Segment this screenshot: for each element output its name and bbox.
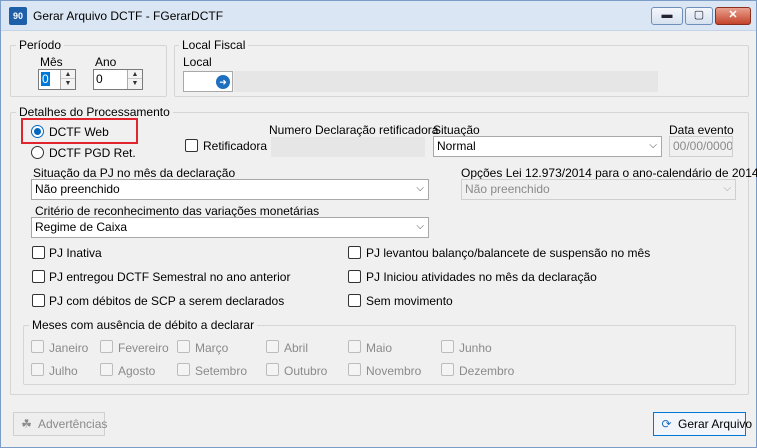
periodo-label: Período bbox=[16, 38, 65, 52]
dialog-window: 90 Gerar Arquivo DCTF - FGerarDCTF ▬ ▢ ✕… bbox=[0, 0, 757, 448]
local-label: Local bbox=[183, 55, 212, 69]
title-bar: 90 Gerar Arquivo DCTF - FGerarDCTF ▬ ▢ ✕ bbox=[1, 1, 756, 31]
warning-icon: ☘ bbox=[21, 417, 32, 431]
ano-label: Ano bbox=[95, 55, 117, 69]
chevron-down-icon[interactable]: ⌵ bbox=[649, 140, 657, 151]
opcoes-lei-select: Não preenchido ⌵ bbox=[461, 179, 736, 200]
chevron-down-icon[interactable]: ⌵ bbox=[416, 183, 424, 194]
dctf-pgd-label[interactable]: DCTF PGD Ret. bbox=[49, 146, 136, 160]
month-label: Outubro bbox=[284, 364, 328, 378]
month-checkbox-julho bbox=[31, 363, 44, 376]
pj-debitos-scp-checkbox[interactable] bbox=[32, 294, 45, 307]
pj-balanco-checkbox[interactable] bbox=[348, 246, 361, 259]
data-evento-label: Data evento bbox=[669, 123, 734, 137]
month-checkbox-marco bbox=[177, 340, 190, 353]
month-label: Setembro bbox=[195, 364, 248, 378]
ano-spin-arrows[interactable]: ▲ ▼ bbox=[127, 70, 142, 89]
meses-label: Meses com ausência de débito a declarar bbox=[29, 318, 258, 332]
pj-dctf-semestral-checkbox[interactable] bbox=[32, 270, 45, 283]
ano-value[interactable]: 0 bbox=[96, 72, 103, 86]
close-button[interactable]: ✕ bbox=[715, 7, 751, 25]
month-label: Janeiro bbox=[49, 341, 89, 355]
pj-inativa-checkbox[interactable] bbox=[32, 246, 45, 259]
num-decl-label: Numero Declaração retificadora bbox=[269, 123, 439, 137]
dctf-web-radio[interactable] bbox=[31, 125, 44, 138]
month-label: Fevereiro bbox=[118, 341, 169, 355]
sem-movimento-label[interactable]: Sem movimento bbox=[366, 294, 453, 308]
sit-pj-value: Não preenchido bbox=[35, 182, 120, 196]
criterio-select[interactable]: Regime de Caixa ⌵ bbox=[31, 217, 429, 238]
advertencias-label: Advertências bbox=[38, 417, 108, 431]
pj-inativa-label[interactable]: PJ Inativa bbox=[49, 246, 102, 260]
pj-iniciou-label[interactable]: PJ Iniciou atividades no mês da declaraç… bbox=[366, 270, 597, 284]
retificadora-label[interactable]: Retificadora bbox=[203, 139, 267, 153]
month-checkbox-outubro bbox=[266, 363, 279, 376]
month-checkbox-novembro bbox=[348, 363, 361, 376]
num-decl-field bbox=[271, 137, 425, 157]
month-label: Novembro bbox=[366, 364, 422, 378]
data-evento-field: 00/00/0000 bbox=[669, 136, 733, 157]
month-checkbox-agosto bbox=[100, 363, 113, 376]
dctf-web-label[interactable]: DCTF Web bbox=[49, 125, 109, 139]
month-checkbox-dezembro bbox=[441, 363, 454, 376]
month-checkbox-maio bbox=[348, 340, 361, 353]
chevron-down-icon: ⌵ bbox=[723, 183, 731, 194]
minimize-button[interactable]: ▬ bbox=[651, 7, 683, 25]
criterio-value: Regime de Caixa bbox=[35, 220, 128, 234]
pj-dctf-semestral-label[interactable]: PJ entregou DCTF Semestral no ano anteri… bbox=[49, 270, 290, 284]
month-label: Abril bbox=[284, 341, 309, 355]
spin-down-icon[interactable]: ▼ bbox=[61, 79, 75, 88]
refresh-icon: ⟳ bbox=[661, 417, 672, 431]
month-label: Agosto bbox=[118, 364, 156, 378]
situacao-label: Situação bbox=[433, 123, 480, 137]
month-checkbox-fevereiro bbox=[100, 340, 113, 353]
situacao-value: Normal bbox=[437, 139, 476, 153]
mes-spinner[interactable]: 0 ▲ ▼ bbox=[38, 69, 76, 90]
advertencias-button: ☘ Advertências bbox=[13, 412, 108, 436]
situacao-select[interactable]: Normal ⌵ bbox=[433, 136, 662, 157]
month-label: Março bbox=[195, 341, 229, 355]
spin-up-icon[interactable]: ▲ bbox=[128, 70, 142, 79]
sem-movimento-checkbox[interactable] bbox=[348, 294, 361, 307]
sit-pj-label: Situação da PJ no mês da declaração bbox=[33, 166, 236, 180]
window-title: Gerar Arquivo DCTF - FGerarDCTF bbox=[33, 9, 224, 23]
gerar-arquivo-button[interactable]: ⟳ Gerar Arquivo bbox=[653, 412, 752, 436]
lookup-arrow-icon[interactable]: ➜ bbox=[216, 75, 230, 89]
month-checkbox-junho bbox=[441, 340, 454, 353]
periodo-group bbox=[10, 45, 167, 97]
spin-up-icon[interactable]: ▲ bbox=[61, 70, 75, 79]
mes-label: Mês bbox=[40, 55, 63, 69]
mes-spin-arrows[interactable]: ▲ ▼ bbox=[60, 70, 75, 89]
pj-balanco-label[interactable]: PJ levantou balanço/balancete de suspens… bbox=[366, 246, 650, 260]
mes-value[interactable]: 0 bbox=[41, 72, 50, 86]
dctf-pgd-radio[interactable] bbox=[31, 146, 44, 159]
ano-spinner[interactable]: 0 ▲ ▼ bbox=[93, 69, 143, 90]
month-checkbox-setembro bbox=[177, 363, 190, 376]
month-label: Julho bbox=[49, 364, 78, 378]
local-fiscal-label: Local Fiscal bbox=[179, 38, 249, 52]
criterio-label: Critério de reconhecimento das variações… bbox=[35, 204, 320, 218]
retificadora-checkbox[interactable] bbox=[185, 139, 198, 152]
sit-pj-select[interactable]: Não preenchido ⌵ bbox=[31, 179, 429, 200]
spin-down-icon[interactable]: ▼ bbox=[128, 79, 142, 88]
gerar-arquivo-label: Gerar Arquivo bbox=[678, 417, 753, 431]
local-description-field bbox=[234, 71, 658, 92]
month-checkbox-abril bbox=[266, 340, 279, 353]
detalhes-label: Detalhes do Processamento bbox=[16, 105, 173, 119]
pj-iniciou-checkbox[interactable] bbox=[348, 270, 361, 283]
month-label: Maio bbox=[366, 341, 393, 355]
pj-debitos-scp-label[interactable]: PJ com débitos de SCP a serem declarados bbox=[49, 294, 284, 308]
month-label: Junho bbox=[459, 341, 492, 355]
opcoes-lei-label: Opções Lei 12.973/2014 para o ano-calend… bbox=[461, 166, 757, 180]
chevron-down-icon[interactable]: ⌵ bbox=[416, 221, 424, 232]
opcoes-lei-value: Não preenchido bbox=[465, 182, 550, 196]
app-icon: 90 bbox=[9, 7, 27, 25]
month-checkbox-janeiro bbox=[31, 340, 44, 353]
maximize-button[interactable]: ▢ bbox=[685, 7, 713, 25]
month-label: Dezembro bbox=[459, 364, 515, 378]
